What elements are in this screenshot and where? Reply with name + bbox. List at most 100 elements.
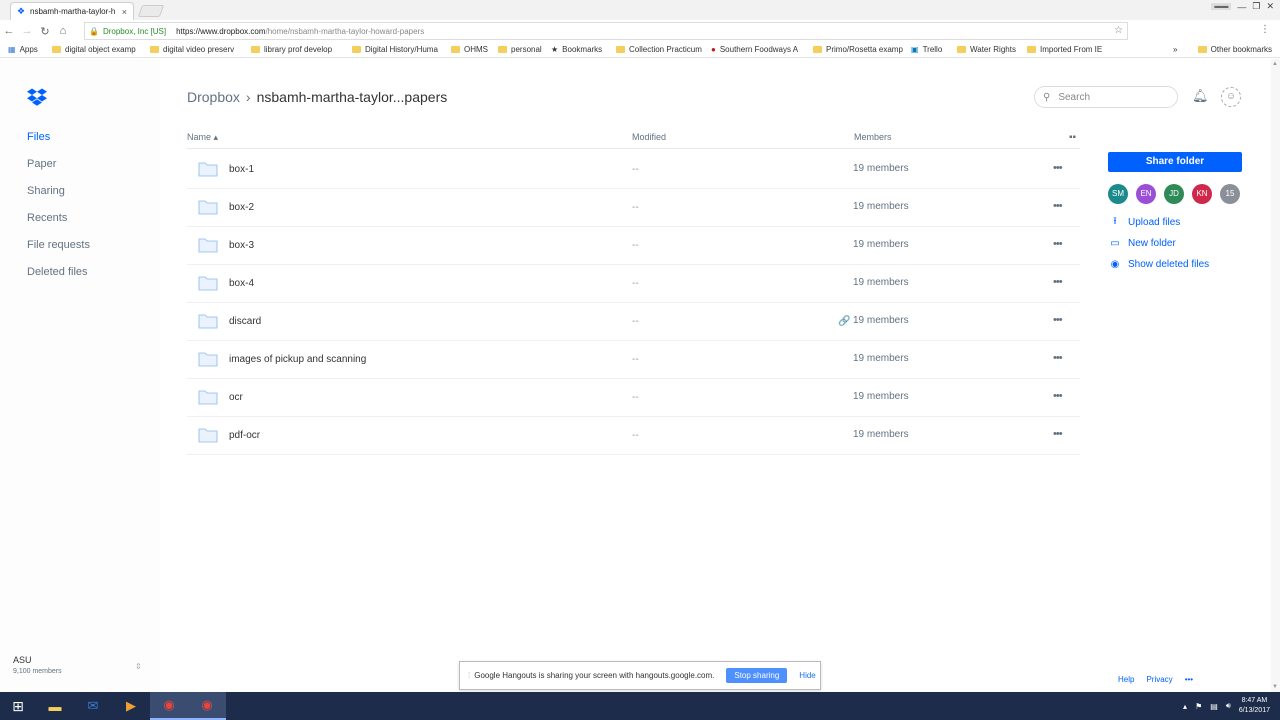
column-header-modified[interactable]: Modified: [632, 132, 666, 142]
file-name[interactable]: ocr: [229, 392, 243, 403]
table-row[interactable]: box-2 -- 19 members •••: [187, 189, 1080, 227]
page-scrollbar[interactable]: ▲ ▼: [1271, 59, 1280, 692]
show-deleted-files-action[interactable]: ◉ Show deleted files: [1108, 258, 1242, 271]
file-name[interactable]: pdf-ocr: [229, 430, 260, 441]
file-explorer-icon[interactable]: ▬: [36, 692, 74, 720]
breadcrumb-root[interactable]: Dropbox: [187, 89, 240, 105]
chrome-icon[interactable]: ◉: [150, 692, 188, 720]
more-bookmarks-chevron[interactable]: »: [1173, 45, 1177, 54]
team-switcher[interactable]: ASU 9,100 members: [13, 655, 62, 675]
stop-sharing-button[interactable]: Stop sharing: [726, 668, 788, 683]
address-bar[interactable]: 🔒 Dropbox, Inc [US] https://www.dropbox.…: [84, 22, 1128, 40]
table-row[interactable]: box-4 -- 19 members •••: [187, 265, 1080, 303]
table-row[interactable]: box-3 -- 19 members •••: [187, 227, 1080, 265]
scroll-up-icon[interactable]: ▲: [1272, 61, 1278, 67]
bookmark-item[interactable]: Collection Practicum: [616, 45, 702, 54]
file-name[interactable]: box-1: [229, 164, 254, 175]
bookmark-item[interactable]: digital video preserv: [150, 45, 234, 54]
table-row[interactable]: discard -- 🔗 19 members •••: [187, 303, 1080, 341]
bookmark-item[interactable]: Imported From IE: [1027, 45, 1102, 54]
table-row[interactable]: pdf-ocr -- 19 members •••: [187, 417, 1080, 455]
bookmark-item[interactable]: ★ Bookmarks: [551, 45, 602, 54]
team-switcher-arrow-icon[interactable]: ⇕: [135, 662, 142, 671]
row-more-options-icon[interactable]: •••: [1053, 428, 1063, 440]
network-icon[interactable]: ▤: [1210, 702, 1218, 711]
row-more-options-icon[interactable]: •••: [1053, 162, 1063, 174]
bookmark-item[interactable]: ● Southern Foodways A: [711, 45, 798, 54]
outlook-icon[interactable]: ✉: [74, 692, 112, 720]
help-link[interactable]: Help: [1118, 675, 1134, 684]
share-folder-button[interactable]: Share folder: [1108, 152, 1242, 172]
file-name[interactable]: discard: [229, 316, 261, 327]
minimize-icon[interactable]: —: [1237, 2, 1246, 12]
more-members-count[interactable]: 15: [1220, 184, 1240, 204]
account-avatar[interactable]: ☺: [1221, 87, 1241, 107]
sidebar-item-paper[interactable]: Paper: [27, 156, 90, 172]
member-avatar[interactable]: JD: [1164, 184, 1184, 204]
reload-icon[interactable]: ↻: [36, 25, 54, 38]
browser-tab[interactable]: ❖ nsbamh-martha-taylor-h ×: [10, 2, 134, 20]
new-tab-button[interactable]: [137, 5, 165, 17]
table-row[interactable]: images of pickup and scanning -- 19 memb…: [187, 341, 1080, 379]
media-player-icon[interactable]: ▶: [112, 692, 150, 720]
column-header-members[interactable]: Members: [854, 132, 892, 142]
clock[interactable]: 8:47 AM 6/13/2017: [1239, 696, 1270, 716]
bookmark-item[interactable]: digital object examp: [52, 45, 136, 54]
other-bookmarks[interactable]: Other bookmarks: [1197, 45, 1272, 54]
privacy-link[interactable]: Privacy: [1146, 675, 1172, 684]
new-folder-action[interactable]: ▭ New folder: [1108, 237, 1242, 250]
column-header-name[interactable]: Name ▴: [187, 132, 218, 143]
shared-link-icon[interactable]: 🔗: [838, 316, 850, 327]
bookmark-item[interactable]: Digital History/Huma: [352, 45, 438, 54]
member-avatar[interactable]: EN: [1136, 184, 1156, 204]
table-row[interactable]: ocr -- 19 members •••: [187, 379, 1080, 417]
scroll-down-icon[interactable]: ▼: [1272, 684, 1278, 690]
file-name[interactable]: images of pickup and scanning: [229, 354, 366, 365]
drag-handle-icon[interactable]: ⁞: [468, 671, 470, 680]
table-row[interactable]: box-1 -- 19 members •••: [187, 151, 1080, 189]
footer-more-icon[interactable]: •••: [1185, 675, 1193, 684]
dropbox-logo-icon[interactable]: [27, 87, 47, 107]
bookmark-item[interactable]: ▣ Trello: [911, 45, 942, 54]
file-name[interactable]: box-2: [229, 202, 254, 213]
member-avatar[interactable]: SM: [1108, 184, 1128, 204]
upload-files-action[interactable]: ⭱ Upload files: [1108, 216, 1242, 229]
row-more-options-icon[interactable]: •••: [1053, 352, 1063, 364]
row-more-options-icon[interactable]: •••: [1053, 276, 1063, 288]
close-tab-icon[interactable]: ×: [122, 7, 127, 17]
bookmark-item[interactable]: personal: [498, 45, 542, 54]
file-name[interactable]: box-4: [229, 278, 254, 289]
bookmark-item[interactable]: Water Rights: [957, 45, 1016, 54]
bookmark-item[interactable]: library prof develop: [251, 45, 332, 54]
close-window-icon[interactable]: ✕: [1266, 1, 1274, 12]
bookmark-item[interactable]: Primo/Rosetta examp: [813, 45, 903, 54]
hide-button[interactable]: Hide: [799, 671, 815, 680]
bookmark-star-icon[interactable]: ☆: [1114, 25, 1123, 36]
file-name[interactable]: box-3: [229, 240, 254, 251]
row-more-options-icon[interactable]: •••: [1053, 390, 1063, 402]
sidebar-item-sharing[interactable]: Sharing: [27, 183, 90, 199]
forward-icon[interactable]: →: [18, 25, 36, 37]
sidebar-item-deleted-files[interactable]: Deleted files: [27, 264, 90, 280]
bookmark-apps[interactable]: ▦ Apps: [8, 45, 38, 54]
tray-expand-icon[interactable]: ▴: [1183, 702, 1187, 711]
windows-start-icon[interactable]: ⊞: [0, 692, 36, 720]
search-input[interactable]: ⚲ Search: [1034, 86, 1178, 108]
back-icon[interactable]: ←: [0, 25, 18, 37]
bookmark-item[interactable]: OHMS: [451, 45, 488, 54]
notifications-bell-icon[interactable]: 🔔︎: [1192, 88, 1209, 104]
flag-icon[interactable]: ⚑: [1195, 702, 1202, 711]
row-more-options-icon[interactable]: •••: [1053, 200, 1063, 212]
row-more-options-icon[interactable]: •••: [1053, 238, 1063, 250]
row-more-options-icon[interactable]: •••: [1053, 314, 1063, 326]
sidebar-item-recents[interactable]: Recents: [27, 210, 90, 226]
maximize-icon[interactable]: ❐: [1252, 1, 1260, 12]
home-icon[interactable]: ⌂: [54, 25, 72, 37]
sidebar-item-files[interactable]: Files: [27, 129, 90, 145]
grid-view-toggle-icon[interactable]: ▪▪: [1069, 132, 1076, 143]
profile-badge[interactable]: ▬▬: [1211, 3, 1232, 10]
chrome-window-icon[interactable]: ◉: [188, 692, 226, 720]
chrome-menu-icon[interactable]: ⋮: [1260, 24, 1270, 35]
member-avatar[interactable]: KN: [1192, 184, 1212, 204]
sidebar-item-file-requests[interactable]: File requests: [27, 237, 90, 253]
